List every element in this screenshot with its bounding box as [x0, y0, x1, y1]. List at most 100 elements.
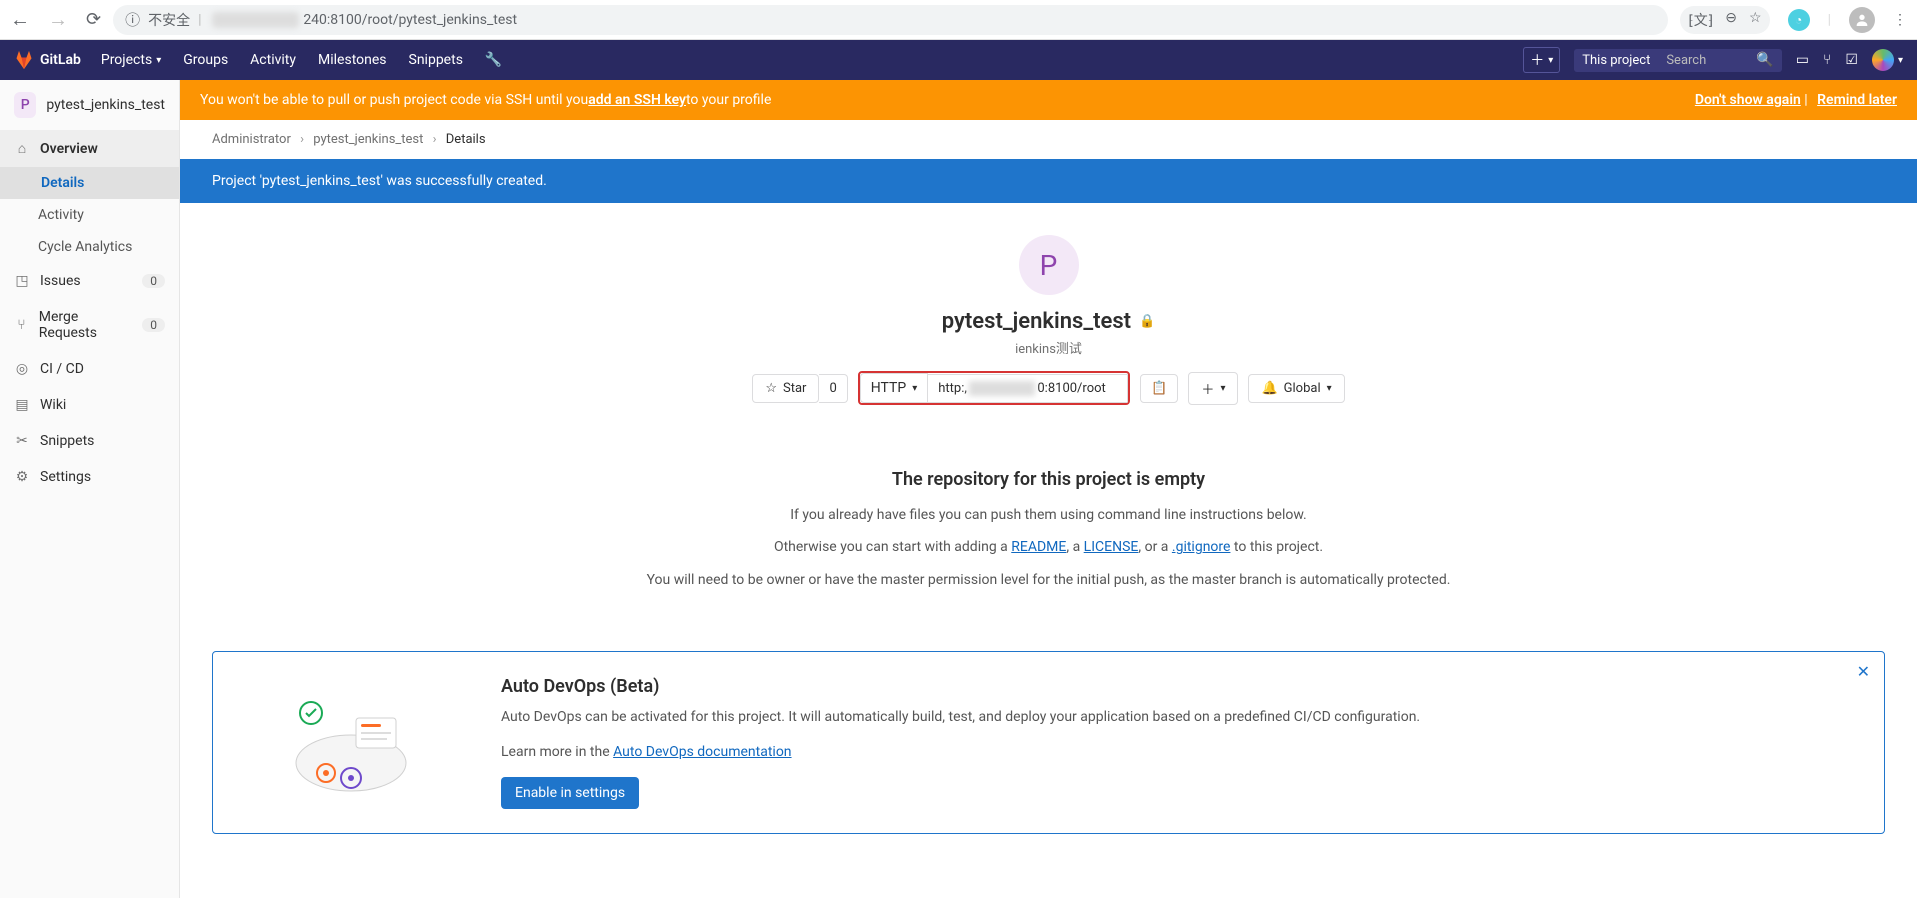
back-button[interactable]: ←: [10, 7, 30, 32]
add-ssh-key-link[interactable]: add an SSH key: [588, 92, 686, 108]
sidebar-snippets-label: Snippets: [40, 433, 94, 449]
chevron-down-icon: ▾: [912, 383, 917, 394]
browser-toolbar: ← → ⟳ ⓘ 不安全 | xxxx 240:8100/root/pytest_…: [0, 0, 1917, 40]
addr-url-suffix: 240:8100/root/pytest_jenkins_test: [303, 12, 517, 28]
ssh-warning-banner: You won't be able to pull or push projec…: [180, 80, 1917, 120]
nav-milestones[interactable]: Milestones: [318, 52, 387, 68]
nav-activity[interactable]: Activity: [250, 52, 296, 68]
gitignore-link[interactable]: .gitignore: [1172, 539, 1231, 555]
sidebar-sub-cycle-analytics[interactable]: Cycle Analytics: [0, 231, 179, 263]
chevron-right-icon: ›: [300, 132, 304, 147]
sidebar-settings-label: Settings: [40, 469, 91, 485]
sidebar-item-cicd[interactable]: ◎ CI / CD: [0, 351, 179, 387]
sidebar-item-wiki[interactable]: ▤ Wiki: [0, 387, 179, 423]
chevron-down-icon: ▾: [1220, 383, 1225, 394]
license-link[interactable]: LICENSE: [1084, 539, 1139, 555]
close-icon[interactable]: ✕: [1857, 662, 1870, 681]
crumb-project[interactable]: pytest_jenkins_test: [313, 132, 423, 147]
sidebar-project-header[interactable]: P pytest_jenkins_test: [0, 80, 179, 130]
nav-admin-wrench-icon[interactable]: 🔧: [485, 52, 502, 68]
project-description: ienkins测试: [200, 338, 1897, 357]
browser-right-controls: ⁅文⁆ ⊖ ☆ ◔ | ⋮: [1680, 6, 1907, 34]
search-input[interactable]: [1658, 49, 1748, 72]
project-controls: ☆ Star 0 HTTP ▾ http:, x 0:8100/root: [200, 371, 1897, 405]
crumb-administrator[interactable]: Administrator: [212, 132, 291, 147]
home-icon: ⌂: [14, 140, 30, 157]
user-menu[interactable]: ▾: [1872, 49, 1903, 71]
todos-shortcut-icon[interactable]: ☑: [1845, 52, 1858, 68]
copy-url-button[interactable]: 📋: [1140, 374, 1178, 403]
chevron-down-icon: ▾: [1327, 383, 1332, 394]
search-icon[interactable]: 🔍: [1748, 52, 1781, 68]
devops-doc-link[interactable]: Auto DevOps documentation: [613, 744, 791, 760]
gitlab-logo[interactable]: GitLab: [14, 50, 81, 70]
ssh-warning-prefix: You won't be able to pull or push projec…: [200, 92, 588, 108]
empty-repo-p3: You will need to be owner or have the ma…: [240, 569, 1857, 591]
project-hero: P pytest_jenkins_test 🔒 ienkins测试 ☆ Star…: [180, 203, 1917, 439]
empty-repo-heading: The repository for this project is empty: [240, 469, 1857, 490]
sidebar-item-overview[interactable]: ⌂ Overview: [0, 130, 179, 167]
readme-link[interactable]: README: [1011, 539, 1066, 555]
devops-illustration: [241, 676, 461, 809]
sidebar-item-settings[interactable]: ⚙ Settings: [0, 459, 179, 495]
breadcrumbs: Administrator › pytest_jenkins_test › De…: [180, 120, 1917, 159]
merge-requests-shortcut-icon[interactable]: ⑂: [1823, 52, 1831, 68]
nav-snippets[interactable]: Snippets: [409, 52, 463, 68]
dont-show-again-link[interactable]: Don't show again: [1695, 92, 1801, 108]
flash-success: Project 'pytest_jenkins_test' was succes…: [180, 159, 1917, 203]
wiki-icon: ▤: [14, 397, 30, 413]
sidebar-overview-label: Overview: [40, 141, 98, 157]
addr-hidden-host: xxxx: [212, 12, 300, 28]
translate-icon[interactable]: ⁅文⁆: [1688, 10, 1713, 30]
clone-url-hidden: x: [969, 381, 1035, 396]
new-dropdown[interactable]: ＋ ▾: [1523, 47, 1560, 73]
merge-icon: ⑂: [14, 317, 29, 333]
browser-menu-icon[interactable]: ⋮: [1893, 12, 1907, 28]
search-scope[interactable]: This project: [1574, 49, 1658, 72]
omnibox-actions: ⁅文⁆ ⊖ ☆: [1680, 6, 1769, 34]
devops-learn: Learn more in the Auto DevOps documentat…: [501, 742, 1420, 763]
add-dropdown[interactable]: ＋ ▾: [1188, 372, 1238, 405]
forward-button[interactable]: →: [48, 7, 68, 32]
sidebar-issues-label: Issues: [40, 273, 81, 289]
profile-avatar-icon[interactable]: [1849, 7, 1875, 33]
gitlab-brand-text: GitLab: [40, 52, 81, 68]
issues-shortcut-icon[interactable]: ▭: [1796, 52, 1809, 68]
notification-dropdown[interactable]: 🔔 Global ▾: [1248, 374, 1344, 403]
sidebar-item-issues[interactable]: ◳ Issues 0: [0, 263, 179, 299]
sidebar-wiki-label: Wiki: [40, 397, 66, 413]
empty-repo-section: The repository for this project is empty…: [180, 439, 1917, 631]
auto-devops-callout: ✕ Auto DevOps (Beta) Aut: [212, 651, 1885, 834]
insecure-label: 不安全: [148, 10, 190, 30]
sidebar-item-merge-requests[interactable]: ⑂ Merge Requests 0: [0, 299, 179, 351]
extension-icon[interactable]: ◔: [1788, 9, 1810, 31]
reload-button[interactable]: ⟳: [86, 9, 101, 30]
remind-later-link[interactable]: Remind later: [1817, 92, 1897, 108]
sidebar-item-snippets[interactable]: ✂ Snippets: [0, 423, 179, 459]
clone-url-highlight: HTTP ▾ http:, x 0:8100/root: [858, 371, 1130, 405]
cicd-icon: ◎: [14, 361, 30, 377]
nav-groups[interactable]: Groups: [183, 52, 228, 68]
mr-count-badge: 0: [142, 318, 165, 332]
zoom-icon[interactable]: ⊖: [1725, 10, 1737, 30]
flash-message: Project 'pytest_jenkins_test' was succes…: [212, 173, 547, 189]
empty-repo-p1: If you already have files you can push t…: [240, 504, 1857, 526]
enable-devops-button[interactable]: Enable in settings: [501, 777, 639, 809]
gitlab-main-nav: Projects▾ Groups Activity Milestones Sni…: [101, 52, 503, 68]
nav-projects[interactable]: Projects▾: [101, 52, 161, 68]
star-button[interactable]: ☆ Star: [752, 374, 819, 403]
bookmark-star-icon[interactable]: ☆: [1749, 10, 1762, 30]
copy-icon: 📋: [1151, 381, 1167, 396]
clone-protocol-dropdown[interactable]: HTTP ▾: [860, 373, 928, 403]
separator: |: [1828, 12, 1831, 28]
site-info-icon[interactable]: ⓘ: [125, 9, 140, 30]
clone-url-input[interactable]: http:, x 0:8100/root: [928, 374, 1128, 403]
sidebar-sub-details[interactable]: Details: [0, 167, 179, 199]
devops-content: Auto DevOps (Beta) Auto DevOps can be ac…: [501, 676, 1420, 809]
issues-icon: ◳: [14, 273, 30, 289]
sidebar-sub-activity[interactable]: Activity: [0, 199, 179, 231]
banner-actions: Don't show again | Remind later: [1689, 92, 1897, 108]
address-bar[interactable]: ⓘ 不安全 | xxxx 240:8100/root/pytest_jenkin…: [113, 5, 1668, 35]
project-avatar-large: P: [1019, 235, 1079, 295]
project-avatar-small: P: [14, 92, 36, 118]
